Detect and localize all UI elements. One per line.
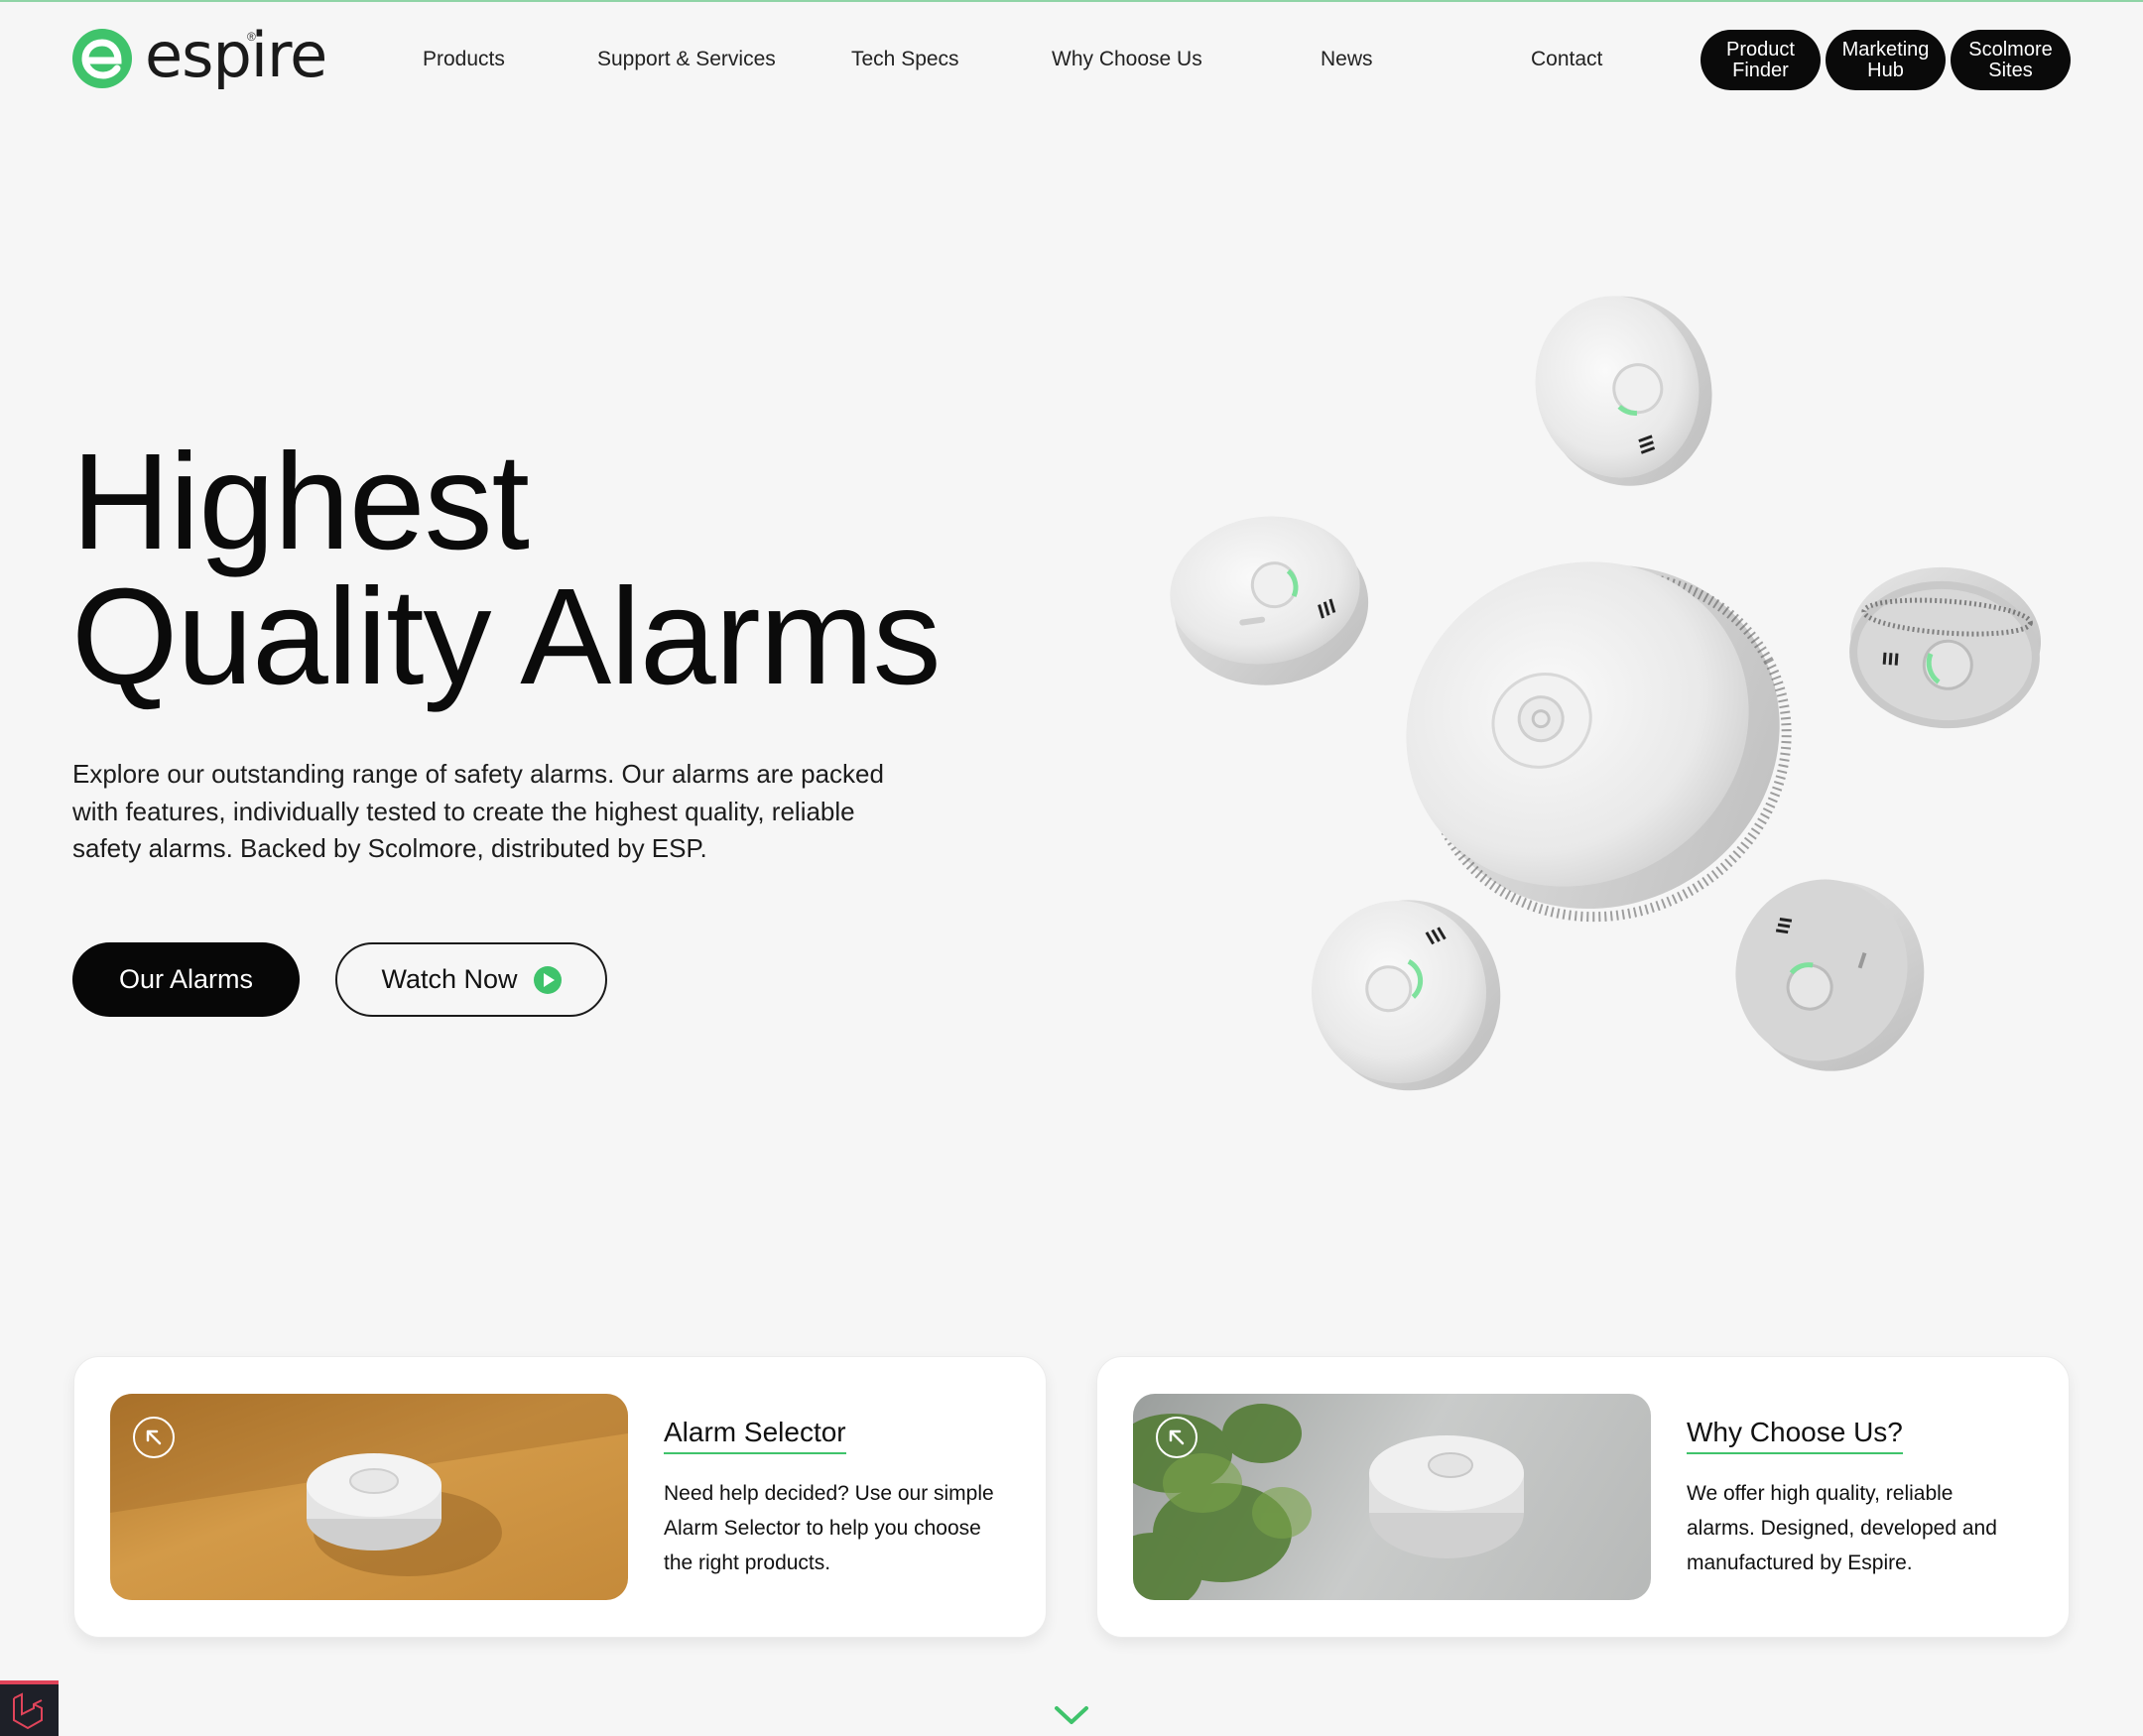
alarm-photo-foliage [1133,1404,1524,1600]
nav-why-choose-us[interactable]: Why Choose Us [1052,48,1202,71]
hero-alarms-illustration [1170,296,2042,1091]
pill-label-line1: Marketing [1841,38,1930,61]
nav-news[interactable]: News [1321,48,1373,71]
hero-title-line1: Highest [71,426,530,578]
nav-contact[interactable]: Contact [1531,48,1602,71]
marketing-hub-button[interactable]: Marketing Hub [1826,30,1946,90]
why-choose-us-text: We offer high quality, reliable alarms. … [1687,1482,1997,1574]
play-icon [533,965,562,994]
alarm-selector-image[interactable] [110,1394,628,1600]
pill-label-line1: Product [1726,38,1795,61]
alarm-right [1849,566,2042,729]
why-choose-us-image[interactable] [1133,1394,1651,1600]
alarm-selector-text: Need help decided? Use our simple Alarm … [664,1482,994,1574]
nav-support-services[interactable]: Support & Services [597,48,776,71]
arrow-up-left-icon [133,1417,175,1458]
pill-label-line2: Finder [1732,59,1789,81]
nav-products[interactable]: Products [423,48,505,71]
laravel-icon[interactable] [0,1680,59,1736]
alarm-selector-card[interactable]: Alarm Selector Need help decided? Use ou… [73,1356,1047,1638]
chevron-down-icon[interactable] [1054,1704,1089,1726]
pill-label-line2: Hub [1867,59,1904,81]
alarm-top [1535,296,1712,486]
nav-tech-specs[interactable]: Tech Specs [851,48,959,71]
product-finder-button[interactable]: Product Finder [1701,30,1821,90]
main-nav: Products Support & Services Tech Specs W… [0,48,2143,77]
arrow-up-left-icon [1156,1417,1198,1458]
alarm-bottom-right [1735,879,1925,1071]
registered-mark: ® [247,30,256,44]
site-header: espire ® Products Support & Services Tec… [0,0,2143,121]
alarm-left [1170,516,1369,685]
hero-title: Highest Quality Alarms [71,426,942,713]
why-choose-us-card[interactable]: Why Choose Us? We offer high quality, re… [1096,1356,2070,1638]
hero-title-line2: Quality Alarms [71,560,942,713]
why-choose-us-title[interactable]: Why Choose Us? [1687,1417,1903,1454]
alarm-photo [110,1394,628,1576]
our-alarms-button[interactable]: Our Alarms [72,942,300,1017]
pill-label-line1: Scolmore [1968,38,2053,61]
scolmore-sites-button[interactable]: Scolmore Sites [1951,30,2071,90]
watch-now-label: Watch Now [381,964,518,994]
pill-label-line2: Sites [1988,59,2033,81]
alarm-selector-title[interactable]: Alarm Selector [664,1417,846,1454]
hero-description: Explore our outstanding range of safety … [72,759,884,863]
alarm-bottom-left [1311,900,1501,1091]
watch-now-button[interactable]: Watch Now [335,942,607,1017]
